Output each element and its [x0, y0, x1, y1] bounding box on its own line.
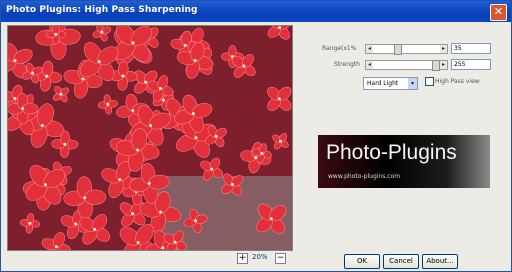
dialog-window: Photo Plugins: High Pass Sharpening ✕ + … — [0, 0, 512, 272]
range-value-field[interactable]: 35 — [451, 43, 491, 54]
flower-preview-image — [8, 26, 292, 250]
strength-slider[interactable]: ◂ ▸ — [365, 60, 448, 71]
high-pass-view-label[interactable]: High Pass view — [435, 78, 480, 85]
image-preview[interactable] — [7, 25, 293, 251]
blend-mode-value: Hard Light — [367, 80, 399, 87]
slider-right-arrow-icon[interactable]: ▸ — [440, 61, 447, 69]
blend-mode-select[interactable]: Hard Light ▾ — [363, 77, 418, 90]
chevron-down-icon[interactable]: ▾ — [408, 78, 417, 89]
window-title: Photo Plugins: High Pass Sharpening — [6, 5, 198, 15]
zoom-level: 20% — [252, 253, 268, 261]
range-slider[interactable]: ◂ ▸ — [365, 44, 448, 55]
strength-label: Strength — [334, 61, 360, 68]
logo-url: www.photo-plugins.com — [328, 173, 401, 180]
zoom-out-button[interactable]: − — [275, 253, 286, 264]
range-label: Range(x1% — [322, 45, 357, 52]
slider-right-arrow-icon[interactable]: ▸ — [440, 45, 447, 53]
about-button[interactable]: About... — [422, 254, 458, 269]
close-button[interactable]: ✕ — [490, 4, 507, 21]
high-pass-view-checkbox[interactable] — [425, 77, 434, 86]
slider-left-arrow-icon[interactable]: ◂ — [366, 61, 373, 69]
cancel-button[interactable]: Cancel — [383, 254, 419, 269]
slider-left-arrow-icon[interactable]: ◂ — [366, 45, 373, 53]
zoom-in-button[interactable]: + — [237, 253, 248, 264]
logo-title: Photo-Plugins — [326, 141, 457, 164]
strength-slider-thumb[interactable] — [432, 60, 440, 71]
range-slider-thumb[interactable] — [394, 44, 402, 55]
photo-plugins-logo: Photo-Plugins www.photo-plugins.com — [318, 135, 490, 188]
ok-button[interactable]: OK — [344, 254, 380, 269]
title-bar[interactable]: Photo Plugins: High Pass Sharpening ✕ — [1, 1, 511, 22]
strength-value-field[interactable]: 255 — [451, 59, 491, 70]
